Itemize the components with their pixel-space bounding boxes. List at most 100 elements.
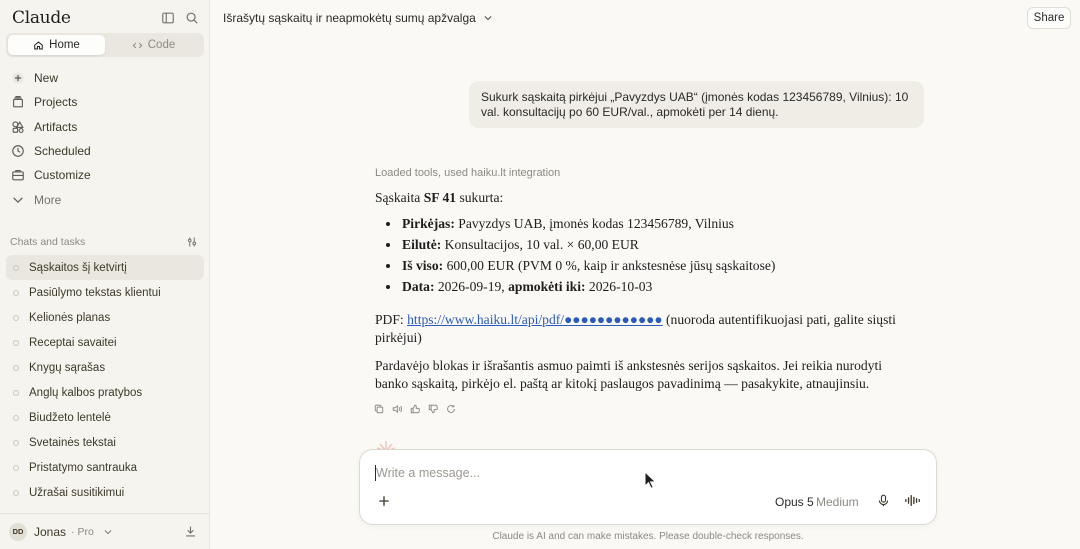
chat-item[interactable]: Sąskaitos šį ketvirtį	[6, 255, 204, 281]
assistant-message: Sąskaita SF 41 sukurta: Pirkėjas: Pavyzd…	[375, 188, 915, 393]
share-button[interactable]: Share	[1027, 7, 1071, 29]
list-item: Iš viso: 600,00 EUR (PVM 0 %, kaip ir an…	[375, 256, 915, 276]
thumbs-up-icon[interactable]	[410, 404, 420, 414]
chat-status-dot	[13, 314, 19, 321]
sidebar-toggle-icon[interactable]	[161, 11, 175, 25]
mode-home-button[interactable]: Home	[8, 35, 105, 55]
user-menu[interactable]: DD Jonas · Pro	[0, 513, 209, 549]
bullet-text: Pavyzdys UAB, įmonės kodas 123456789, Vi…	[454, 216, 734, 231]
sidebar-item-label: Scheduled	[34, 144, 91, 159]
message-input[interactable]	[376, 466, 776, 480]
speaker-icon[interactable]	[392, 404, 402, 414]
thumbs-down-icon[interactable]	[428, 404, 438, 414]
invoice-number: SF 41	[423, 190, 457, 205]
chat-item[interactable]: Biudžeto lentelė	[6, 406, 204, 431]
chat-item[interactable]: Kelionės planas	[6, 305, 204, 330]
bullet-text: 2026-09-19,	[434, 279, 509, 294]
chat-item[interactable]: Knygų sąrašas	[6, 355, 204, 380]
mode-code-button[interactable]: Code	[105, 35, 202, 55]
chat-item-label: Pristatymo santrauka	[29, 462, 138, 475]
list-item: Pirkėjas: Pavyzdys UAB, įmonės kodas 123…	[375, 214, 915, 234]
effort-selector[interactable]: Medium	[816, 495, 859, 509]
chat-item[interactable]: Svetainės tekstai	[6, 431, 204, 456]
download-icon[interactable]	[184, 525, 197, 538]
user-plan: · Pro	[71, 525, 94, 538]
sidebar-nav: New Projects Artifacts Scheduled Customi…	[6, 66, 204, 212]
chevron-down-icon	[103, 527, 113, 537]
chevron-down-icon	[13, 197, 23, 203]
mode-home-label: Home	[49, 39, 80, 51]
code-icon	[132, 42, 143, 48]
user-message: Sukurk sąskaitą pirkėjui „Pavyzdys UAB“ …	[469, 81, 924, 128]
chat-item-label: Receptai savaitei	[29, 336, 117, 349]
artifacts-icon	[12, 120, 24, 133]
chat-item[interactable]: Anglų kalbos pratybos	[6, 380, 204, 405]
home-icon	[34, 40, 43, 49]
message-actions	[374, 404, 456, 414]
sidebar-item-label: Customize	[34, 168, 91, 183]
brand-logo[interactable]: Claude	[12, 8, 71, 28]
chat-status-dot	[13, 490, 19, 497]
retry-icon[interactable]	[446, 404, 456, 414]
pdf-label: PDF:	[375, 312, 408, 327]
intro-prefix: Sąskaita	[375, 190, 424, 205]
chat-status-dot	[13, 289, 19, 296]
mouse-cursor-icon	[644, 471, 656, 489]
chat-status-dot	[13, 339, 19, 346]
attach-plus-icon[interactable]	[377, 494, 391, 508]
chevron-down-icon	[484, 16, 492, 21]
chat-list: Sąskaitos šį ketvirtį Pasiūlymo tekstas …	[6, 255, 204, 506]
pdf-paragraph: PDF: https://www.haiku.lt/api/pdf/●●●●●●…	[375, 311, 915, 347]
mode-code-label: Code	[147, 39, 176, 51]
sidebar-item-scheduled[interactable]: Scheduled	[6, 139, 204, 163]
chat-item[interactable]: Receptai savaitei	[6, 330, 204, 355]
chat-item-label: Anglų kalbos pratybos	[29, 387, 143, 400]
filter-icon[interactable]	[186, 236, 198, 248]
bullet-label: Eilutė:	[402, 237, 442, 252]
projects-icon	[13, 96, 23, 108]
avatar: DD	[9, 522, 27, 541]
chat-item[interactable]: Pasiūlymo tekstas klientui	[6, 280, 204, 305]
due-value: 2026-10-03	[585, 279, 653, 294]
model-selector[interactable]: Opus 5	[775, 495, 814, 509]
sidebar-item-new[interactable]: New	[6, 66, 204, 90]
chat-status-dot	[13, 415, 19, 422]
chat-item-label: Knygų sąrašas	[29, 361, 106, 374]
plus-icon	[12, 72, 24, 84]
bullet-text: Konsultacijos, 10 val. × 60,00 EUR	[441, 237, 639, 252]
sidebar-item-label: New	[34, 71, 59, 86]
voice-mode-icon[interactable]	[905, 494, 921, 507]
sidebar-item-label: Artifacts	[34, 119, 78, 134]
answer-intro: Sąskaita SF 41 sukurta:	[375, 188, 915, 208]
invoice-details-list: Pirkėjas: Pavyzdys UAB, įmonės kodas 123…	[375, 214, 915, 297]
chat-item[interactable]: Pristatymo santrauka	[6, 456, 204, 481]
sidebar-item-projects[interactable]: Projects	[6, 90, 204, 114]
chat-status-dot	[13, 390, 19, 397]
sidebar: Claude Home Code New Projects Artifacts	[0, 0, 210, 549]
bullet-label: Iš viso:	[402, 258, 444, 273]
clock-icon	[12, 145, 24, 157]
tools-used-summary[interactable]: Loaded tools, used haiku.lt integration	[375, 167, 560, 179]
sidebar-item-customize[interactable]: Customize	[6, 163, 204, 187]
due-label: apmokėti iki:	[508, 279, 586, 294]
conversation-title-button[interactable]: Išrašytų sąskaitų ir neapmokėtų sumų apž…	[223, 11, 493, 25]
list-item: Data: 2026-09-19, apmokėti iki: 2026-10-…	[375, 277, 915, 297]
bullet-text: 600,00 EUR (PVM 0 %, kaip ir ankstesnėse…	[443, 258, 776, 273]
sidebar-item-more[interactable]: More	[6, 187, 204, 211]
bullet-label: Pirkėjas:	[402, 216, 455, 231]
mode-toggle: Home Code	[6, 33, 204, 57]
conversation-title: Išrašytų sąskaitų ir neapmokėtų sumų apž…	[223, 11, 476, 25]
copy-icon[interactable]	[374, 404, 384, 414]
chat-item[interactable]: Užrašai susitikimui	[6, 481, 204, 506]
bullet-label: Data:	[402, 279, 435, 294]
sidebar-item-artifacts[interactable]: Artifacts	[6, 115, 204, 139]
microphone-icon[interactable]	[877, 494, 890, 507]
chat-item-label: Pasiūlymo tekstas klientui	[29, 286, 161, 299]
chat-item-label: Svetainės tekstai	[29, 437, 116, 450]
pdf-link[interactable]: https://www.haiku.lt/api/pdf/●●●●●●●●●●●…	[407, 312, 662, 327]
chat-item-label: Biudžeto lentelė	[29, 412, 111, 425]
search-icon[interactable]	[185, 11, 199, 25]
chat-status-dot	[13, 264, 19, 271]
chat-item-label: Užrašai susitikimui	[29, 487, 125, 500]
user-name: Jonas	[34, 524, 67, 539]
